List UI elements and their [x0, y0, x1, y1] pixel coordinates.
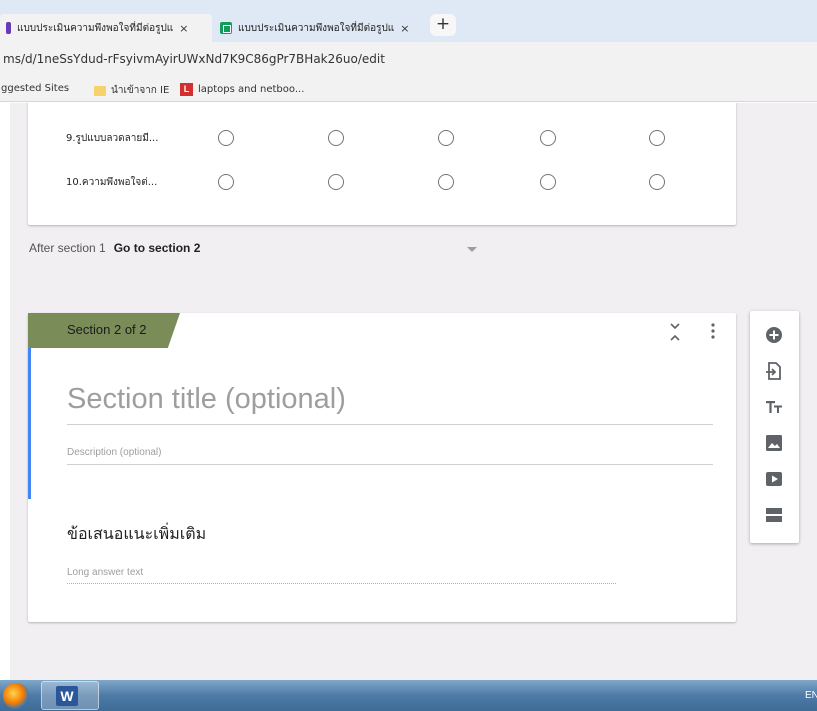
- bookmarks-bar: ggested Sites นำเข้าจาก IE L laptops and…: [0, 78, 817, 102]
- close-icon[interactable]: ×: [400, 22, 409, 35]
- long-answer-placeholder: Long answer text: [67, 567, 144, 578]
- bookmark-imported-ie[interactable]: นำเข้าจาก IE: [94, 83, 169, 98]
- browser-tab-sheets[interactable]: แบบประเมินความพึงพอใจที่มีต่อรูปแ ×: [212, 14, 428, 42]
- folder-icon: [94, 85, 106, 96]
- more-options-icon[interactable]: [708, 321, 718, 341]
- after-section-label: After section 1: [29, 241, 106, 255]
- radio-button[interactable]: [649, 130, 665, 146]
- tab-title: แบบประเมินความพึงพอใจที่มีต่อรูปแ: [17, 22, 174, 34]
- radio-button[interactable]: [328, 130, 344, 146]
- add-question-icon[interactable]: [764, 325, 784, 345]
- after-section-select[interactable]: Go to section 2: [114, 241, 201, 255]
- browser-tab-forms[interactable]: แบบประเมินความพึงพอใจที่มีต่อรูปแ ×: [0, 14, 212, 42]
- address-bar[interactable]: ms/d/1neSsYdud-rFsyivmAyirUWxNd7K9C86gPr…: [0, 42, 817, 78]
- close-icon[interactable]: ×: [179, 22, 188, 35]
- bookmark-label: laptops and netboo...: [198, 84, 305, 95]
- bookmark-laptops[interactable]: L laptops and netboo...: [180, 83, 304, 96]
- radio-button[interactable]: [540, 130, 556, 146]
- section-description-input[interactable]: Description (optional): [67, 447, 162, 458]
- bookmark-label: ggested Sites: [1, 83, 70, 94]
- add-title-icon[interactable]: [764, 397, 784, 417]
- add-image-icon[interactable]: [764, 433, 784, 453]
- divider: [67, 464, 713, 465]
- divider: [67, 424, 713, 425]
- radio-button[interactable]: [328, 174, 344, 190]
- new-tab-button[interactable]: +: [430, 14, 456, 36]
- radio-button[interactable]: [540, 174, 556, 190]
- start-button-icon[interactable]: [3, 683, 29, 709]
- browser-tab-bar: แบบประเมินความพึงพอใจที่มีต่อรูปแ × แบบป…: [0, 0, 817, 42]
- form-editor-page: 9.รูปแบบลวดลายมี... 10.ความพึงพอใจต่... …: [10, 103, 817, 680]
- word-icon: W: [56, 686, 78, 706]
- radio-button[interactable]: [438, 174, 454, 190]
- section-2-card[interactable]: Section 2 of 2 Section title (optional) …: [28, 313, 736, 622]
- section-tab-label: Section 2 of 2: [67, 322, 147, 337]
- radio-button[interactable]: [649, 174, 665, 190]
- question-toolbar: [750, 311, 799, 543]
- url-text[interactable]: ms/d/1neSsYdud-rFsyivmAyirUWxNd7K9C86gPr…: [3, 52, 385, 66]
- import-questions-icon[interactable]: [764, 361, 784, 381]
- dropdown-arrow-icon[interactable]: [467, 247, 477, 252]
- radio-button[interactable]: [438, 130, 454, 146]
- google-sheets-icon: [220, 22, 232, 34]
- question-title[interactable]: ข้อเสนอแนะเพิ่มเติม: [67, 522, 206, 547]
- taskbar-word-button[interactable]: W: [41, 681, 99, 710]
- collapse-section-icon[interactable]: [668, 321, 682, 343]
- language-indicator[interactable]: EN: [805, 690, 817, 701]
- grid-row: 10.ความพึงพอใจต่...: [28, 167, 736, 197]
- taskbar: W EN: [0, 680, 817, 711]
- radio-button[interactable]: [218, 130, 234, 146]
- answer-line: [67, 583, 616, 584]
- add-section-icon[interactable]: [764, 505, 784, 525]
- grid-row-label: 10.ความพึงพอใจต่...: [66, 177, 158, 188]
- bookmark-suggested-sites[interactable]: ggested Sites: [1, 83, 69, 94]
- l-logo-icon: L: [180, 83, 193, 96]
- grid-question-card[interactable]: 9.รูปแบบลวดลายมี... 10.ความพึงพอใจต่...: [28, 103, 736, 225]
- after-section-navigation[interactable]: After section 1 Go to section 2: [29, 241, 200, 255]
- focus-indicator: [28, 348, 31, 499]
- grid-row-label: 9.รูปแบบลวดลายมี...: [66, 133, 159, 144]
- google-forms-icon: [6, 22, 11, 34]
- tab-title: แบบประเมินความพึงพอใจที่มีต่อรูปแ: [238, 22, 395, 34]
- grid-row: 9.รูปแบบลวดลายมี...: [28, 123, 736, 153]
- bookmark-label: นำเข้าจาก IE: [111, 85, 170, 96]
- radio-button[interactable]: [218, 174, 234, 190]
- add-video-icon[interactable]: [764, 469, 784, 489]
- section-title-input[interactable]: Section title (optional): [67, 383, 346, 416]
